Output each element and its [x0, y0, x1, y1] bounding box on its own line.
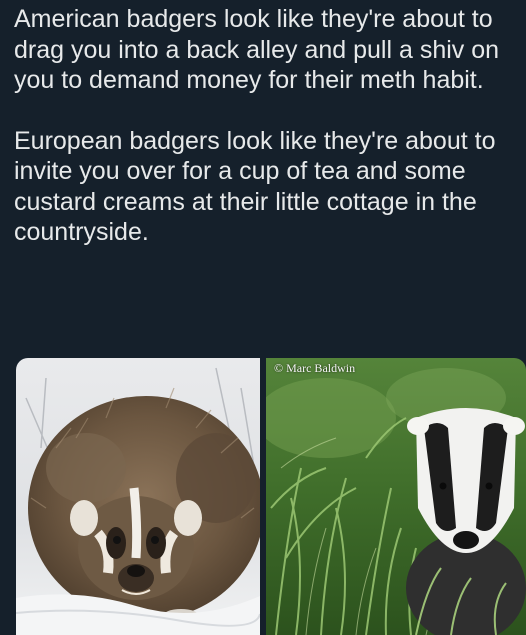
- paragraph-european-badgers: European badgers look like they're about…: [14, 126, 496, 247]
- meme-post: American badgers look like they're about…: [0, 0, 526, 635]
- post-text: American badgers look like they're about…: [14, 4, 514, 248]
- american-badger-photo[interactable]: [16, 358, 260, 635]
- european-badger-photo[interactable]: © Marc Baldwin: [266, 358, 526, 635]
- photo-credit: © Marc Baldwin: [274, 361, 356, 375]
- american-badger-image: [16, 358, 260, 635]
- european-badger-image: [266, 358, 526, 635]
- paragraph-american-badgers: American badgers look like they're about…: [14, 5, 500, 94]
